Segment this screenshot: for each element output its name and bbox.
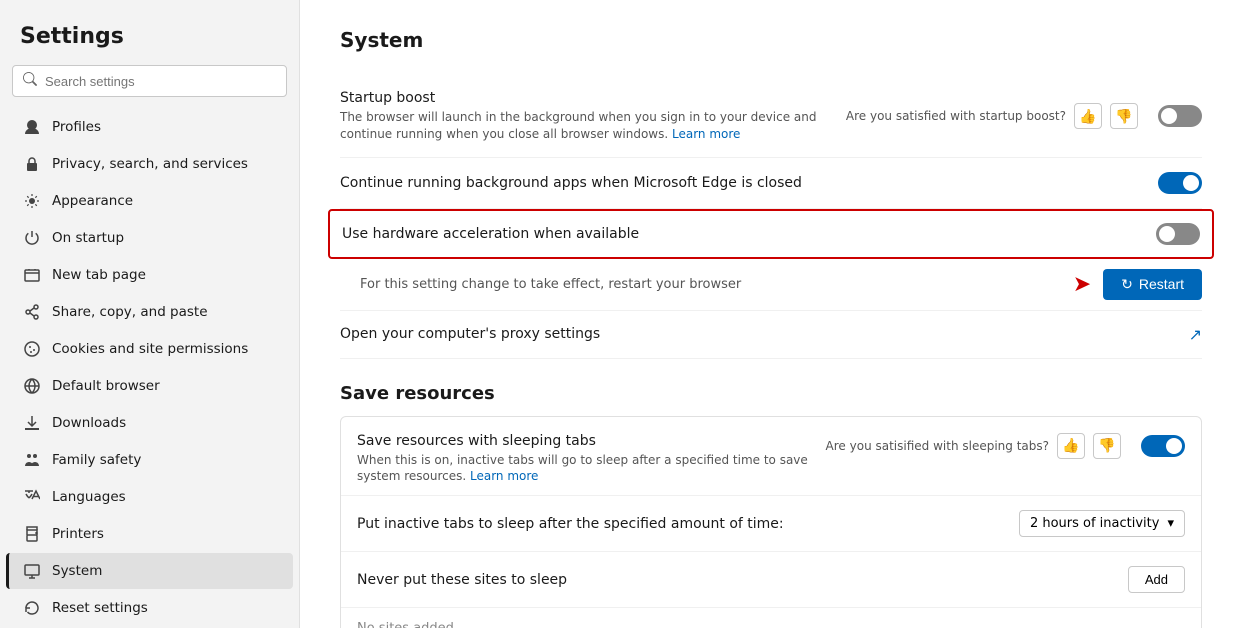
- startup-boost-thumbup[interactable]: 👍: [1074, 103, 1102, 129]
- sidebar-label-newtab: New tab page: [52, 267, 146, 283]
- restart-button-label: Restart: [1139, 276, 1184, 292]
- sidebar-label-downloads: Downloads: [52, 415, 126, 431]
- language-icon: [22, 487, 42, 507]
- sleep-timer-value: 2 hours of inactivity: [1030, 516, 1160, 531]
- sleep-timer-label: Put inactive tabs to sleep after the spe…: [357, 516, 784, 532]
- sleeping-tabs-learn-more[interactable]: Learn more: [470, 469, 538, 483]
- background-apps-label: Continue running background apps when Mi…: [340, 175, 1158, 191]
- appearance-icon: [22, 191, 42, 211]
- sidebar-label-reset: Reset settings: [52, 600, 148, 616]
- sidebar-item-system[interactable]: System: [6, 553, 293, 589]
- sidebar-label-languages: Languages: [52, 489, 126, 505]
- sidebar-item-cookies[interactable]: Cookies and site permissions: [6, 331, 293, 367]
- search-box[interactable]: [12, 65, 287, 97]
- sleeping-tabs-label: Save resources with sleeping tabs: [357, 433, 826, 449]
- hardware-acceleration-label: Use hardware acceleration when available: [342, 226, 1156, 242]
- resource-card: Save resources with sleeping tabs When t…: [340, 416, 1202, 628]
- sidebar-label-appearance: Appearance: [52, 193, 133, 209]
- save-resources-title: Save resources: [340, 383, 1202, 404]
- sleep-timer-dropdown[interactable]: 2 hours of inactivity ▾: [1019, 510, 1185, 537]
- startup-boost-toggle[interactable]: [1158, 105, 1202, 127]
- family-icon: [22, 450, 42, 470]
- sleep-timer-row: Put inactive tabs to sleep after the spe…: [341, 496, 1201, 552]
- share-icon: [22, 302, 42, 322]
- lock-icon: [22, 154, 42, 174]
- sidebar-label-cookies: Cookies and site permissions: [52, 341, 248, 357]
- search-input[interactable]: [45, 74, 276, 89]
- sidebar-label-system: System: [52, 563, 102, 579]
- sleeping-tabs-feedback: Are you satisified with sleeping tabs? 👍…: [826, 433, 1121, 459]
- startup-boost-label: Startup boost: [340, 90, 846, 106]
- system-icon: [22, 561, 42, 581]
- never-sleep-row: Never put these sites to sleep Add: [341, 552, 1201, 608]
- restart-refresh-icon: ↻: [1121, 276, 1133, 293]
- no-sites-row: No sites added: [341, 608, 1201, 628]
- sleeping-tabs-feedback-text: Are you satisified with sleeping tabs?: [826, 439, 1049, 453]
- startup-boost-learn-more[interactable]: Learn more: [672, 127, 740, 141]
- profile-icon: [22, 117, 42, 137]
- download-icon: [22, 413, 42, 433]
- power-icon: [22, 228, 42, 248]
- add-site-button[interactable]: Add: [1128, 566, 1185, 593]
- search-icon: [23, 72, 37, 90]
- proxy-label: Open your computer's proxy settings: [340, 326, 1189, 342]
- sidebar-item-appearance[interactable]: Appearance: [6, 183, 293, 219]
- sidebar-label-family: Family safety: [52, 452, 141, 468]
- page-title: System: [340, 28, 1202, 52]
- sidebar-label-printers: Printers: [52, 526, 104, 542]
- sidebar-item-reset[interactable]: Reset settings: [6, 590, 293, 626]
- sidebar-item-startup[interactable]: On startup: [6, 220, 293, 256]
- browser-icon: [22, 376, 42, 396]
- sidebar-item-downloads[interactable]: Downloads: [6, 405, 293, 441]
- sidebar-item-newtab[interactable]: New tab page: [6, 257, 293, 293]
- external-link-icon[interactable]: ↗: [1189, 325, 1202, 344]
- startup-boost-row: Startup boost The browser will launch in…: [340, 76, 1202, 158]
- sleeping-tabs-header: Save resources with sleeping tabs When t…: [341, 417, 1201, 497]
- sidebar-label-default: Default browser: [52, 378, 160, 394]
- sidebar-item-privacy[interactable]: Privacy, search, and services: [6, 146, 293, 182]
- restart-desc: For this setting change to take effect, …: [340, 277, 741, 292]
- sidebar-label-profiles: Profiles: [52, 119, 101, 135]
- main-content: System Startup boost The browser will la…: [300, 0, 1242, 628]
- sidebar-item-profiles[interactable]: Profiles: [6, 109, 293, 145]
- cookie-icon: [22, 339, 42, 359]
- sidebar-item-family[interactable]: Family safety: [6, 442, 293, 478]
- hardware-acceleration-toggle[interactable]: [1156, 223, 1200, 245]
- sidebar-item-printers[interactable]: Printers: [6, 516, 293, 552]
- sidebar-label-share: Share, copy, and paste: [52, 304, 208, 320]
- startup-boost-desc: The browser will launch in the backgroun…: [340, 109, 846, 143]
- newtab-icon: [22, 265, 42, 285]
- sidebar-item-share[interactable]: Share, copy, and paste: [6, 294, 293, 330]
- sidebar-item-default[interactable]: Default browser: [6, 368, 293, 404]
- printer-icon: [22, 524, 42, 544]
- sleeping-tabs-thumbup[interactable]: 👍: [1057, 433, 1085, 459]
- sidebar: Settings Profiles Privacy, search, and s…: [0, 0, 300, 628]
- arrow-right-icon: ➤: [1073, 272, 1091, 297]
- proxy-row: Open your computer's proxy settings ↗: [340, 311, 1202, 359]
- startup-boost-feedback: Are you satisfied with startup boost? 👍 …: [846, 103, 1138, 129]
- sleeping-tabs-thumbdown[interactable]: 👎: [1093, 433, 1121, 459]
- app-title: Settings: [0, 16, 299, 65]
- background-apps-row: Continue running background apps when Mi…: [340, 158, 1202, 209]
- sidebar-label-startup: On startup: [52, 230, 124, 246]
- chevron-down-icon: ▾: [1167, 516, 1174, 531]
- hardware-acceleration-row: Use hardware acceleration when available: [328, 209, 1214, 259]
- reset-icon: [22, 598, 42, 618]
- no-sites-label: No sites added: [357, 621, 454, 628]
- never-sleep-label: Never put these sites to sleep: [357, 572, 567, 588]
- restart-row: For this setting change to take effect, …: [340, 259, 1202, 311]
- sleeping-tabs-toggle[interactable]: [1141, 435, 1185, 457]
- sidebar-item-languages[interactable]: Languages: [6, 479, 293, 515]
- sleeping-tabs-desc: When this is on, inactive tabs will go t…: [357, 452, 826, 486]
- sidebar-label-privacy: Privacy, search, and services: [52, 156, 248, 172]
- restart-button[interactable]: ↻ Restart: [1103, 269, 1202, 300]
- startup-boost-thumbdown[interactable]: 👎: [1110, 103, 1138, 129]
- startup-boost-feedback-text: Are you satisfied with startup boost?: [846, 109, 1066, 123]
- background-apps-toggle[interactable]: [1158, 172, 1202, 194]
